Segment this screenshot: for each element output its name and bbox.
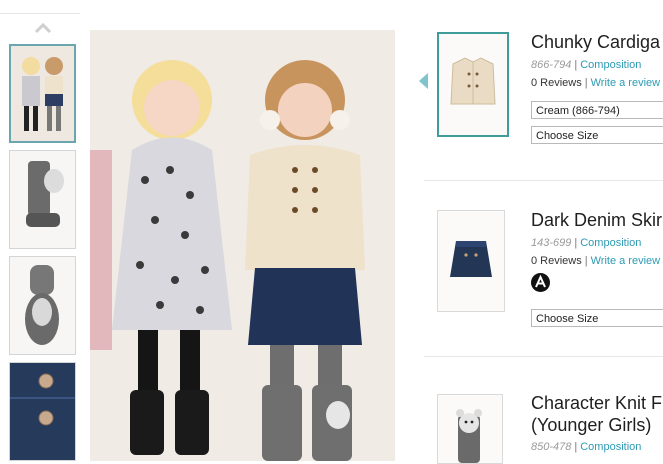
product-code: 850-478 <box>531 441 572 453</box>
composition-link[interactable]: Composition <box>580 441 641 453</box>
product-thumb-denim-skirt[interactable] <box>437 210 505 312</box>
product-meta: 866-794 | Composition <box>531 59 642 71</box>
rail-top-divider <box>0 13 80 14</box>
size-select[interactable]: Choose Size <box>531 309 663 327</box>
write-review-link[interactable]: Write a review <box>591 255 660 267</box>
a-badge-icon <box>531 273 550 292</box>
thumbnail-knit-boot-side[interactable] <box>9 150 76 249</box>
product-code: 866-794 <box>531 59 572 71</box>
hero-product-image <box>90 30 395 461</box>
colour-select[interactable]: Cream (866-794) <box>531 101 663 119</box>
product-reviews-row: 0 Reviews | Write a review <box>531 77 661 89</box>
product-code: 143-699 <box>531 237 572 249</box>
product-reviews-row: 0 Reviews | Write a review <box>531 255 661 267</box>
product-divider <box>424 180 663 181</box>
size-select[interactable]: Choose Size <box>531 126 663 144</box>
reviews-count[interactable]: 0 Reviews <box>531 77 582 89</box>
thumbnail-outfit-photo[interactable] <box>9 44 76 143</box>
product-title-line1[interactable]: Character Knit F <box>531 393 662 414</box>
reviews-count[interactable]: 0 Reviews <box>531 255 582 267</box>
composition-link[interactable]: Composition <box>580 237 641 249</box>
composition-link[interactable]: Composition <box>580 59 641 71</box>
product-meta: 850-478 | Composition <box>531 441 642 453</box>
product-thumb-cardigan[interactable] <box>437 32 509 137</box>
thumbnail-knit-boot-top[interactable] <box>9 256 76 355</box>
active-item-pointer-icon <box>419 73 428 89</box>
product-thumb-character-knit[interactable] <box>437 394 503 464</box>
chevron-up-icon[interactable] <box>33 21 53 35</box>
product-title[interactable]: Chunky Cardiga <box>531 32 660 53</box>
product-divider <box>424 356 663 357</box>
product-title[interactable]: Dark Denim Skir <box>531 210 662 231</box>
product-meta: 143-699 | Composition <box>531 237 642 249</box>
write-review-link[interactable]: Write a review <box>591 77 660 89</box>
product-title-line2[interactable]: (Younger Girls) <box>531 415 651 436</box>
thumbnail-denim-button-detail[interactable] <box>9 362 76 461</box>
